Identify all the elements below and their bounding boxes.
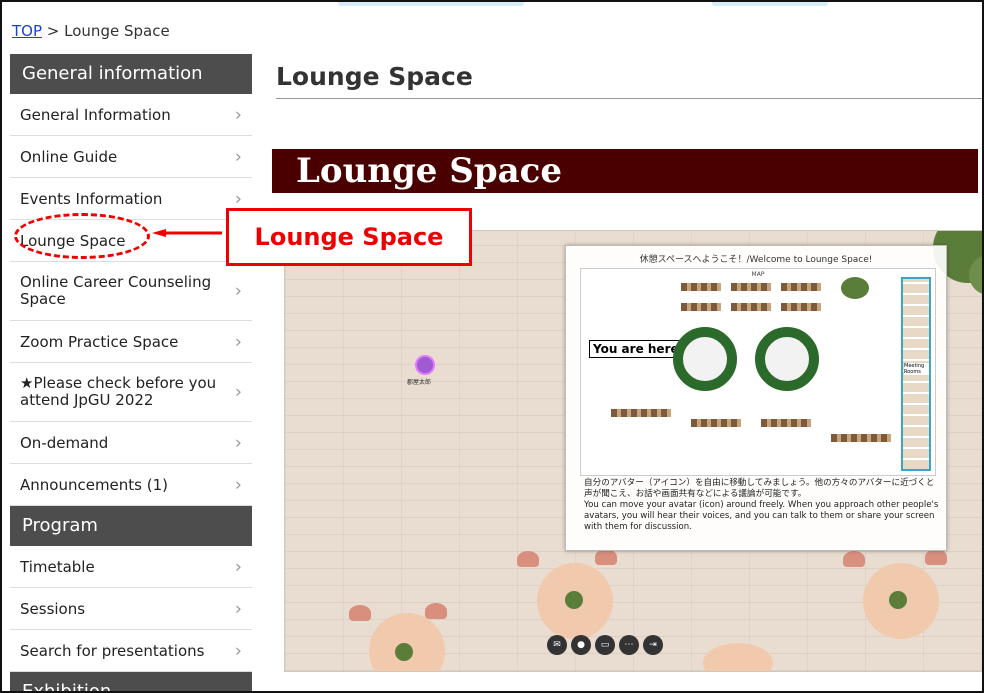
sidebar-item-general-information[interactable]: General Information › [10, 94, 252, 136]
instructions-en: You can move your avatar (icon) around f… [584, 500, 939, 532]
chevron-right-icon: › [234, 640, 242, 661]
plant-decoration [841, 277, 869, 299]
desk-row [681, 303, 721, 311]
lounge-controls: ✉ ● ▭ ⋯ ⇥ [547, 635, 663, 655]
plant-decoration [395, 643, 413, 661]
highlight-oval [14, 213, 150, 259]
sidebar-item-label: Sessions [20, 599, 86, 618]
desk-row [731, 303, 771, 311]
leave-icon[interactable]: ⇥ [643, 635, 663, 655]
instructions-ja: 自分のアバター（アイコン）を自由に移動してみましょう。他の方々のアバターに近づく… [584, 478, 935, 499]
desk-row [831, 434, 891, 442]
map-label: MAP [751, 271, 765, 278]
sidebar-nav: General information General Information … [10, 54, 252, 691]
chair-decoration [925, 549, 947, 565]
chevron-right-icon: › [234, 280, 242, 302]
sidebar-item-label: ★Please check before you attend JpGU 202… [20, 374, 217, 409]
plant-decoration [889, 591, 907, 609]
chair-decoration [425, 603, 447, 619]
sidebar-item-label: Events Information [20, 189, 163, 208]
sidebar-item-label: Timetable [20, 557, 95, 576]
lounge-table [369, 613, 445, 671]
sidebar-item-announcements[interactable]: Announcements (1) › [10, 464, 252, 506]
section-banner: Lounge Space [272, 149, 978, 193]
sidebar-item-events-information[interactable]: Events Information › [10, 178, 252, 220]
breadcrumb-top-link[interactable]: TOP [12, 22, 42, 40]
lounge-instructions: 自分のアバター（アイコン）を自由に移動してみましょう。他の方々のアバターに近づく… [584, 478, 942, 533]
sidebar-item-zoom-practice[interactable]: Zoom Practice Space › [10, 321, 252, 363]
chair-decoration [595, 549, 617, 565]
chair-decoration [843, 551, 865, 567]
sidebar-item-label: Search for presentations [20, 641, 205, 660]
chevron-right-icon: › [234, 598, 242, 619]
chevron-right-icon: › [234, 331, 242, 352]
breadcrumb-separator: > [46, 22, 60, 40]
sidebar-item-on-demand[interactable]: On-demand › [10, 422, 252, 464]
chair-decoration [517, 551, 539, 567]
sidebar-section-heading: General information [10, 54, 252, 94]
screenshot-frame: TOP > Lounge Space General information G… [0, 0, 984, 693]
round-seating-area [673, 327, 737, 391]
desk-row [781, 283, 821, 291]
desk-row [681, 283, 721, 291]
desk-row [761, 419, 811, 427]
top-tab[interactable] [712, 2, 828, 6]
avatar-name-label: 郡屋太郎 [407, 379, 432, 386]
sidebar-item-please-check[interactable]: ★Please check before you attend JpGU 202… [10, 363, 252, 422]
breadcrumb-current: Lounge Space [64, 22, 170, 40]
sidebar-section-heading: Exhibition [10, 672, 252, 691]
chat-icon[interactable]: ✉ [547, 635, 567, 655]
desk-row [691, 419, 741, 427]
top-tab[interactable] [338, 2, 524, 6]
arrow-left-icon [152, 229, 222, 237]
desk-row [731, 283, 771, 291]
sidebar-item-label: General Information [20, 105, 171, 124]
microphone-icon[interactable]: ● [571, 635, 591, 655]
desk-row [611, 409, 671, 417]
title-divider [276, 98, 982, 99]
round-seating-area [755, 327, 819, 391]
plant-decoration [565, 591, 583, 609]
more-icon[interactable]: ⋯ [619, 635, 639, 655]
sidebar-item-label: Announcements (1) [20, 475, 169, 494]
chevron-right-icon: › [234, 104, 242, 125]
sidebar-item-timetable[interactable]: Timetable › [10, 546, 252, 588]
sidebar-item-search-presentations[interactable]: Search for presentations › [10, 630, 252, 672]
desk-row [781, 303, 821, 311]
sidebar-section-heading: Program [10, 506, 252, 546]
welcome-map-panel: 休憩スペースへようこそ！/Welcome to Lounge Space! MA… [565, 245, 947, 551]
sidebar-item-online-career-counseling[interactable]: Online Career Counseling Space › [10, 262, 252, 321]
chevron-right-icon: › [234, 188, 242, 209]
callout-label: Lounge Space [226, 208, 472, 266]
browser-top-strip [2, 2, 982, 18]
sidebar-item-online-guide[interactable]: Online Guide › [10, 136, 252, 178]
lounge-space-view[interactable]: 郡屋太郎 休憩スペースへようこそ！/Welcome to Lounge Spac… [284, 230, 982, 672]
meeting-rooms-column: Meeting Rooms [901, 277, 931, 471]
screen-share-icon[interactable]: ▭ [595, 635, 615, 655]
chevron-right-icon: › [234, 381, 242, 403]
breadcrumb: TOP > Lounge Space [12, 22, 170, 40]
welcome-title: 休憩スペースへようこそ！/Welcome to Lounge Space! [639, 255, 873, 265]
lounge-map: MAP You are here. Meeting Rooms [580, 268, 936, 476]
chevron-right-icon: › [234, 146, 242, 167]
chevron-right-icon: › [234, 432, 242, 453]
lounge-table [703, 643, 773, 671]
sidebar-item-label: Zoom Practice Space [20, 332, 179, 351]
meeting-rooms-label: Meeting Rooms [904, 363, 929, 375]
page-title: Lounge Space [276, 62, 473, 91]
chevron-right-icon: › [234, 474, 242, 495]
sidebar-item-label: Online Career Counseling Space [20, 273, 212, 308]
chevron-right-icon: › [234, 556, 242, 577]
sidebar-item-label: On-demand [20, 433, 109, 452]
user-avatar[interactable] [415, 355, 435, 375]
sidebar-item-label: Online Guide [20, 147, 118, 166]
chair-decoration [349, 605, 371, 621]
sidebar-item-sessions[interactable]: Sessions › [10, 588, 252, 630]
